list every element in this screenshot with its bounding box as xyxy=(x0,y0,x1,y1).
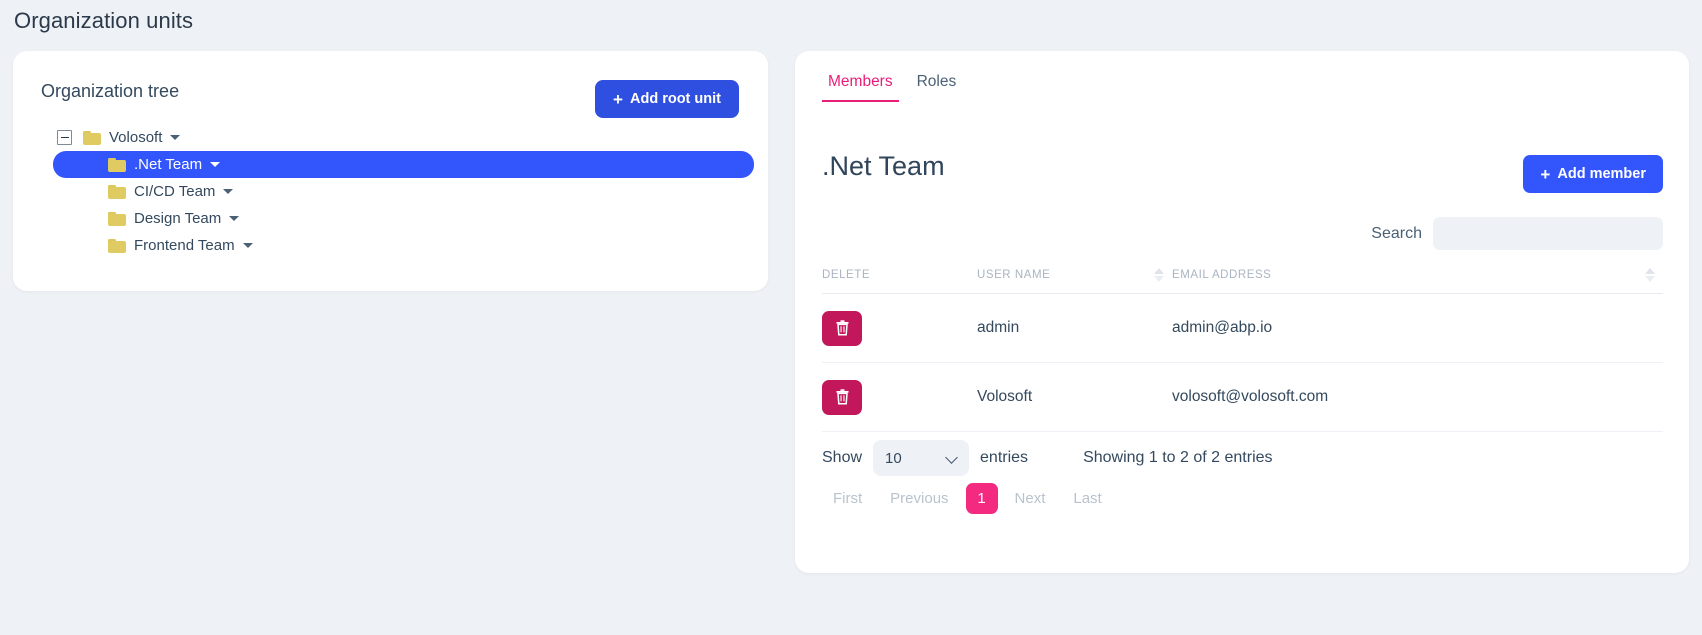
sort-arrows-icon[interactable] xyxy=(1154,267,1172,282)
chevron-down-icon[interactable] xyxy=(170,135,181,140)
pagination-first[interactable]: First xyxy=(822,485,873,512)
tree-node-label: CI/CD Team xyxy=(134,183,216,200)
delete-row-button[interactable] xyxy=(822,379,862,415)
cell-delete xyxy=(822,310,977,346)
column-header-delete: DELETE xyxy=(822,268,871,281)
add-member-button[interactable]: + Add member xyxy=(1523,155,1663,193)
tree-node-label: Frontend Team xyxy=(134,237,235,254)
organization-tree: Volosoft .Net Team CI/CD Team Design Tea… xyxy=(53,124,754,259)
tree-node-frontend-team[interactable]: Frontend Team xyxy=(53,232,754,259)
tree-node-volosoft[interactable]: Volosoft xyxy=(53,124,754,151)
plus-icon: + xyxy=(1540,164,1551,184)
page-size-value: 10 xyxy=(885,449,902,467)
table-header-row: DELETE USER NAME EMAIL ADDRESS xyxy=(822,256,1663,294)
team-title: .Net Team xyxy=(822,151,945,181)
trash-icon xyxy=(836,320,848,336)
tree-node-label: .Net Team xyxy=(134,156,203,173)
showing-entries-text: Showing 1 to 2 of 2 entries xyxy=(1083,449,1273,466)
chevron-down-icon[interactable] xyxy=(210,162,221,167)
column-header-user-name[interactable]: USER NAME xyxy=(977,267,1172,282)
pagination-previous[interactable]: Previous xyxy=(879,485,959,512)
chevron-down-icon[interactable] xyxy=(229,216,240,221)
column-header-email-address[interactable]: EMAIL ADDRESS xyxy=(1172,267,1663,282)
column-header-email-address-label: EMAIL ADDRESS xyxy=(1172,268,1272,281)
add-root-unit-label: Add root unit xyxy=(629,91,721,107)
cell-user-name: admin xyxy=(977,319,1020,336)
search-area: Search xyxy=(1371,217,1663,250)
page-size-select[interactable]: 10 xyxy=(873,440,970,476)
add-root-unit-button[interactable]: + Add root unit xyxy=(595,80,739,118)
page-title: Organization units xyxy=(14,8,194,33)
sort-arrows-icon[interactable] xyxy=(1645,267,1663,282)
plus-icon: + xyxy=(613,89,623,109)
add-member-label: Add member xyxy=(1557,166,1646,182)
pagination-next[interactable]: Next xyxy=(1004,485,1057,512)
table-row: admin admin@abp.io xyxy=(822,294,1663,363)
show-label: Show xyxy=(822,449,863,466)
cell-delete xyxy=(822,379,977,415)
table-row: Volosoft volosoft@volosoft.com xyxy=(822,363,1663,432)
chevron-down-icon[interactable] xyxy=(242,243,253,248)
folder-icon xyxy=(108,211,126,226)
cell-email-address: admin@abp.io xyxy=(1172,319,1273,336)
collapse-toggle-icon[interactable] xyxy=(57,130,72,145)
folder-icon xyxy=(108,157,126,172)
detail-tabs: Members Roles xyxy=(822,68,962,102)
cell-email-address: volosoft@volosoft.com xyxy=(1172,388,1329,405)
folder-icon xyxy=(108,238,126,253)
cell-user-name: Volosoft xyxy=(977,388,1033,405)
pagination: First Previous 1 Next Last xyxy=(822,483,1663,514)
folder-icon xyxy=(83,130,101,145)
organization-tree-heading: Organization tree xyxy=(41,81,180,101)
table-footer: Show 10 entries Showing 1 to 2 of 2 entr… xyxy=(822,438,1663,514)
entries-label: entries xyxy=(980,449,1029,466)
members-table: DELETE USER NAME EMAIL ADDRESS admin adm… xyxy=(822,256,1663,432)
trash-icon xyxy=(836,389,848,405)
tab-members[interactable]: Members xyxy=(822,68,899,102)
search-label: Search xyxy=(1371,224,1422,242)
folder-icon xyxy=(108,184,126,199)
pagination-last[interactable]: Last xyxy=(1062,485,1112,512)
tree-node-label: Volosoft xyxy=(109,129,163,146)
tree-node-design-team[interactable]: Design Team xyxy=(53,205,754,232)
column-header-user-name-label: USER NAME xyxy=(977,268,1051,281)
tab-roles[interactable]: Roles xyxy=(911,68,963,102)
chevron-down-icon xyxy=(945,451,958,464)
chevron-down-icon[interactable] xyxy=(223,189,234,194)
tree-node-label: Design Team xyxy=(134,210,222,227)
page-size-area: Show 10 entries Showing 1 to 2 of 2 entr… xyxy=(822,438,1663,478)
tree-node-net-team[interactable]: .Net Team xyxy=(53,151,754,178)
tree-node-cicd-team[interactable]: CI/CD Team xyxy=(53,178,754,205)
delete-row-button[interactable] xyxy=(822,310,862,346)
search-input[interactable] xyxy=(1433,217,1663,250)
organization-detail-card: Members Roles .Net Team + Add member Sea… xyxy=(795,51,1689,573)
pagination-page-1[interactable]: 1 xyxy=(965,483,998,514)
organization-tree-card: Organization tree + Add root unit Voloso… xyxy=(13,51,768,291)
